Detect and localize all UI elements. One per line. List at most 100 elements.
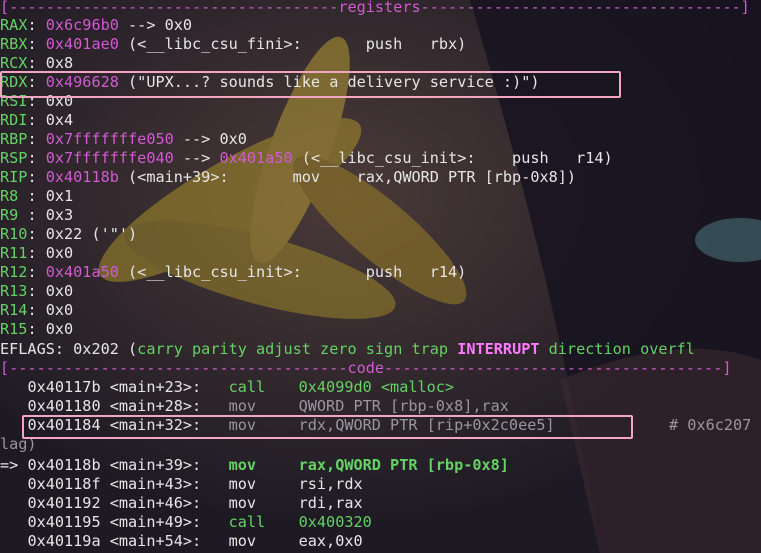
register-name: R9	[0, 206, 28, 224]
register-row: RBP: 0x7fffffffe050 --> 0x0	[0, 130, 247, 149]
code-line: 0x401195 <main+49>: call 0x400320	[0, 513, 372, 532]
instruction-mnemonic: call	[228, 513, 266, 531]
register-row: R10: 0x22 ('"')	[0, 225, 137, 244]
eflags-name: EFLAGS	[0, 340, 55, 358]
register-separator: :	[27, 225, 46, 243]
register-pointer-value: 0x7fffffffe050	[45, 130, 174, 148]
instruction-operands: eax,0x0	[298, 532, 363, 550]
register-name: R8	[0, 187, 28, 205]
register-row: R14: 0x0	[0, 301, 73, 320]
register-pointer-value: 0x401ae0	[45, 35, 119, 53]
instruction-symbol: <main+28>:	[109, 397, 202, 415]
register-separator: :	[27, 301, 46, 319]
register-name: RAX	[0, 16, 28, 34]
current-instruction-marker	[0, 513, 27, 531]
register-name: R15	[0, 320, 28, 338]
register-name: RBP	[0, 130, 28, 148]
instruction-operands: rdi,rax	[298, 494, 363, 512]
instruction-mnemonic: mov	[228, 475, 257, 493]
instruction-symbol: <main+46>:	[109, 494, 202, 512]
instruction-mnemonic: mov	[228, 456, 257, 474]
current-instruction-marker	[0, 475, 27, 493]
register-name: R13	[0, 282, 28, 300]
instruction-operands: 0x4099d0 <malloc>	[298, 378, 455, 396]
instruction-address: 0x401192	[27, 494, 101, 512]
instruction-mnemonic: call	[228, 378, 266, 396]
register-value: 0x0	[45, 282, 74, 300]
register-name: RDI	[0, 111, 28, 129]
register-value: (<main+39>: mov rax,QWORD PTR [rbp-0x8])	[118, 168, 577, 186]
eflags-value: : 0x202 (	[54, 340, 138, 358]
eflags-row: EFLAGS: 0x202 (carry parity adjust zero …	[0, 340, 695, 359]
register-separator: :	[27, 35, 46, 53]
instruction-address: 0x401180	[27, 397, 101, 415]
register-separator: :	[27, 54, 46, 72]
register-name: RSP	[0, 149, 28, 167]
current-instruction-marker	[0, 397, 27, 415]
register-value: --> 0x0	[173, 130, 247, 148]
register-row: RDI: 0x4	[0, 111, 73, 130]
register-separator: :	[27, 149, 46, 167]
register-value: 0x22 ('"')	[45, 225, 138, 243]
current-instruction-marker	[0, 532, 27, 550]
current-instruction-marker	[0, 494, 27, 512]
register-value: 0x0	[45, 301, 74, 319]
instruction-highlight-box	[22, 415, 633, 439]
register-name: R12	[0, 263, 28, 281]
register-row: R9 : 0x3	[0, 206, 73, 225]
current-instruction-marker: =>	[0, 456, 28, 474]
code-line: 0x401180 <main+28>: mov QWORD PTR [rbp-0x…	[0, 397, 509, 416]
register-value: -->	[173, 149, 220, 167]
instruction-operands: 0x400320	[298, 513, 372, 531]
register-row: R15: 0x0	[0, 320, 73, 339]
register-pointer-value: 0x6c96b0	[45, 16, 119, 34]
register-separator: :	[27, 168, 46, 186]
registers-header: [------------------------------------reg…	[0, 0, 750, 16]
register-pointer-value: 0x401a50	[219, 149, 293, 167]
instruction-mnemonic: mov	[228, 494, 257, 512]
register-value: 0x3	[45, 206, 74, 224]
register-separator: :	[27, 111, 46, 129]
register-name: R10	[0, 225, 28, 243]
code-line: 0x40119a <main+54>: mov eax,0x0	[0, 532, 363, 551]
instruction-operands: rsi,rdx	[298, 475, 363, 493]
eflags-flags-clear: carry parity adjust zero sign trap	[137, 340, 458, 358]
register-name: R11	[0, 244, 28, 262]
instruction-symbol: <main+23>:	[109, 378, 202, 396]
register-value: --> 0x0	[118, 16, 193, 34]
register-name: RCX	[0, 54, 28, 72]
register-row: R8 : 0x1	[0, 187, 73, 206]
register-separator: :	[27, 244, 46, 262]
register-value: 0x0	[45, 244, 74, 262]
instruction-symbol: <main+54>:	[109, 532, 202, 550]
register-value: (<__libc_csu_init>: push r14)	[118, 263, 467, 281]
code-header: [-------------------------------------co…	[0, 359, 732, 377]
instruction-operands: rax,QWORD PTR [rbp-0x8]	[298, 456, 509, 474]
current-instruction-marker	[0, 378, 27, 396]
register-row: RSP: 0x7fffffffe040 --> 0x401a50 (<__lib…	[0, 149, 613, 168]
instruction-mnemonic: mov	[228, 397, 257, 415]
register-separator: :	[27, 263, 46, 281]
register-row: R12: 0x401a50 (<__libc_csu_init>: push r…	[0, 263, 466, 282]
instruction-symbol: <main+49>:	[109, 513, 202, 531]
register-name: RBX	[0, 35, 28, 53]
code-line: 0x40117b <main+23>: call 0x4099d0 <malloc…	[0, 378, 454, 397]
register-pointer-value: 0x401a50	[45, 263, 119, 281]
register-value: 0x8	[45, 54, 74, 72]
register-separator: :	[27, 16, 46, 34]
register-row: RAX: 0x6c96b0 --> 0x0	[0, 16, 192, 35]
register-value: (<__libc_csu_fini>: push rbx)	[118, 35, 467, 53]
register-value: 0x1	[45, 187, 74, 205]
register-value: 0x4	[45, 111, 74, 129]
register-row: RIP: 0x40118b (<main+39>: mov rax,QWORD …	[0, 168, 576, 187]
register-pointer-value: 0x7fffffffe040	[45, 149, 174, 167]
register-separator: :	[27, 320, 46, 338]
register-row: R13: 0x0	[0, 282, 73, 301]
rdx-highlight-box	[0, 71, 621, 98]
code-line: 0x40118f <main+43>: mov rsi,rdx	[0, 475, 363, 494]
register-row: RBX: 0x401ae0 (<__libc_csu_fini>: push r…	[0, 35, 466, 54]
instruction-address: 0x40118f	[27, 475, 101, 493]
register-value: (<__libc_csu_init>: push r14)	[292, 149, 613, 167]
eflags-flag-set: INTERRUPT	[457, 340, 540, 358]
register-separator: :	[27, 187, 46, 205]
